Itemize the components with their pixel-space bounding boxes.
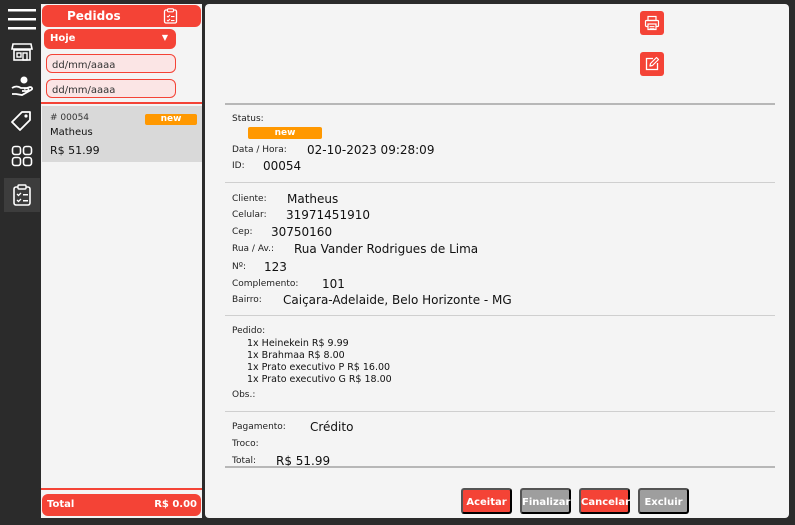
order-item: 1x Heinekein R$ 9.99 bbox=[247, 338, 349, 349]
order-detail-panel: Status: new Data / Hora: 02-10-2023 09:2… bbox=[205, 4, 789, 518]
date-filter-select[interactable]: Hoje ▼ bbox=[44, 29, 176, 49]
order-item: 1x Prato executivo P R$ 16.00 bbox=[247, 362, 391, 373]
section-divider bbox=[225, 182, 775, 183]
bairro-value: Caiçara-Adelaide, Belo Horizonte - MG bbox=[283, 293, 512, 307]
pagamento-label: Pagamento: bbox=[232, 422, 286, 432]
menu-icon[interactable] bbox=[4, 2, 40, 36]
orders-panel-header: Pedidos bbox=[42, 5, 201, 27]
order-customer: Matheus bbox=[50, 127, 93, 138]
celular-label: Celular: bbox=[232, 210, 267, 220]
section-divider bbox=[225, 466, 775, 468]
total-label: Total: bbox=[232, 456, 257, 466]
hand-service-icon[interactable] bbox=[4, 69, 40, 103]
footer-divider bbox=[41, 488, 202, 490]
print-button[interactable] bbox=[640, 11, 664, 35]
order-item: 1x Prato executivo G R$ 18.00 bbox=[247, 374, 392, 385]
cancel-button[interactable]: Cancelar bbox=[579, 488, 630, 514]
datetime-label: Data / Hora: bbox=[232, 145, 287, 155]
edit-icon bbox=[645, 56, 660, 71]
list-divider bbox=[41, 102, 202, 104]
tag-icon[interactable] bbox=[4, 104, 40, 138]
clipboard-icon[interactable] bbox=[4, 178, 40, 212]
status-badge: new bbox=[248, 127, 322, 139]
order-list-item[interactable]: # 00054 new Matheus R$ 51.99 bbox=[42, 106, 202, 162]
delete-button[interactable]: Excluir bbox=[638, 488, 689, 514]
cliente-label: Cliente: bbox=[232, 194, 267, 204]
datetime-value: 02-10-2023 09:28:09 bbox=[307, 143, 435, 157]
id-value: 00054 bbox=[263, 159, 302, 173]
total-value: R$ 0.00 bbox=[154, 499, 197, 510]
id-label: ID: bbox=[232, 161, 245, 171]
orders-panel: Pedidos Hoje ▼ # 00054 new Matheus R$ 51… bbox=[41, 4, 202, 518]
numero-label: Nº: bbox=[232, 262, 247, 272]
total-label: Total bbox=[47, 499, 75, 510]
grid-icon[interactable] bbox=[4, 139, 40, 173]
status-label: Status: bbox=[232, 114, 264, 124]
orders-total-bar: Total R$ 0.00 bbox=[42, 494, 201, 516]
edit-button[interactable] bbox=[640, 52, 664, 76]
cep-label: Cep: bbox=[232, 227, 253, 237]
pagamento-value: Crédito bbox=[310, 420, 354, 434]
chevron-down-icon: ▼ bbox=[161, 33, 168, 42]
order-item: 1x Brahmaa R$ 8.00 bbox=[247, 350, 345, 361]
rua-value: Rua Vander Rodrigues de Lima bbox=[294, 242, 479, 256]
bairro-label: Bairro: bbox=[232, 295, 262, 305]
order-items-list: 1x Heinekein R$ 9.99 1x Brahmaa R$ 8.00 … bbox=[247, 338, 392, 386]
date-filter-value: Hoje bbox=[50, 33, 76, 44]
section-divider bbox=[225, 315, 775, 316]
printer-icon bbox=[644, 15, 660, 31]
cliente-value: Matheus bbox=[287, 192, 339, 206]
complemento-value: 101 bbox=[322, 277, 345, 291]
complemento-label: Complemento: bbox=[232, 279, 299, 289]
rua-label: Rua / Av.: bbox=[232, 244, 274, 254]
celular-value: 31971451910 bbox=[286, 208, 370, 222]
pedido-label: Pedido: bbox=[232, 326, 266, 336]
accept-button[interactable]: Aceitar bbox=[461, 488, 512, 514]
nav-rail bbox=[0, 0, 40, 525]
end-date-input[interactable] bbox=[46, 79, 176, 98]
order-status-badge: new bbox=[145, 114, 197, 125]
cep-value: 30750160 bbox=[271, 225, 333, 239]
order-price: R$ 51.99 bbox=[50, 144, 100, 157]
troco-label: Troco: bbox=[232, 439, 259, 449]
clipboard-list-icon[interactable] bbox=[163, 8, 178, 28]
obs-label: Obs.: bbox=[232, 390, 256, 400]
orders-panel-title: Pedidos bbox=[67, 9, 121, 23]
store-icon[interactable] bbox=[4, 35, 40, 69]
numero-value: 123 bbox=[264, 260, 287, 274]
section-divider bbox=[225, 103, 775, 105]
section-divider bbox=[225, 411, 775, 412]
start-date-input[interactable] bbox=[46, 54, 176, 73]
order-number: # 00054 bbox=[50, 113, 90, 123]
finalize-button[interactable]: Finalizar bbox=[520, 488, 571, 514]
